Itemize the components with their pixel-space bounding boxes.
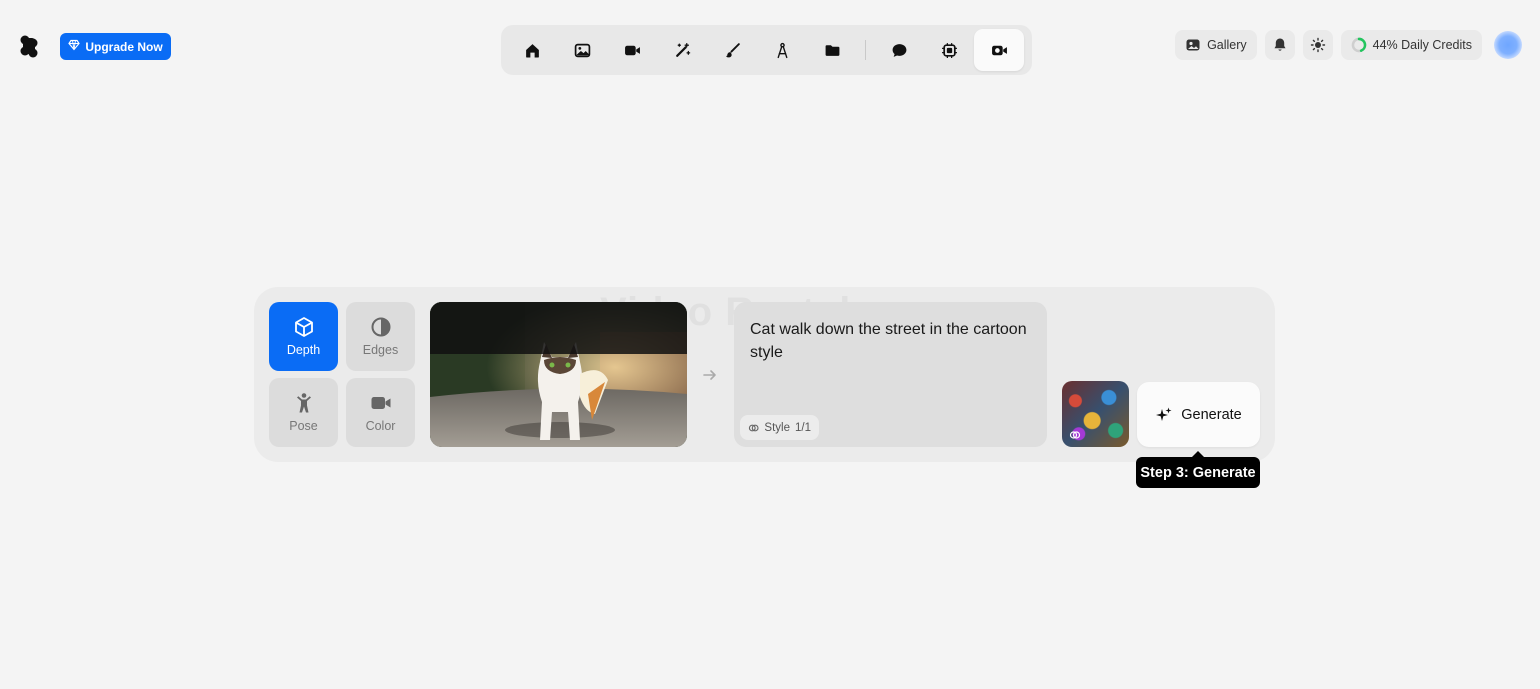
upgrade-now-label: Upgrade Now bbox=[85, 39, 163, 54]
home-icon bbox=[525, 43, 539, 58]
sun-icon bbox=[1310, 37, 1325, 53]
tool-edit[interactable] bbox=[707, 29, 757, 71]
style-link-icon bbox=[748, 424, 759, 431]
gallery-button[interactable]: Gallery bbox=[1175, 30, 1257, 60]
arrow-right-icon bbox=[701, 366, 719, 384]
header-right: Gallery 44% Daily Credits bbox=[1175, 30, 1522, 60]
onboarding-tooltip: Step 3: Generate bbox=[1136, 451, 1260, 488]
style-chip-button[interactable]: Style 1/1 bbox=[740, 415, 819, 440]
video-icon bbox=[624, 45, 640, 55]
gallery-icon bbox=[1186, 39, 1200, 51]
image-icon bbox=[574, 43, 590, 57]
style-reference-thumbnail[interactable] bbox=[1062, 381, 1129, 447]
prompt-text: Cat walk down the street in the cartoon … bbox=[750, 321, 1027, 361]
mode-depth-button[interactable]: Depth bbox=[269, 302, 338, 371]
half-circle-icon bbox=[371, 317, 390, 337]
tool-home[interactable] bbox=[507, 29, 557, 71]
wand-icon bbox=[675, 42, 690, 57]
daily-credits-label: 44% Daily Credits bbox=[1372, 38, 1472, 52]
daily-credits-indicator[interactable]: 44% Daily Credits bbox=[1340, 30, 1482, 60]
logo-icon[interactable] bbox=[18, 33, 40, 59]
chat-bubble-icon bbox=[892, 43, 906, 57]
toolbar-divider bbox=[865, 40, 866, 60]
bell-icon bbox=[1274, 38, 1286, 51]
style-chip-label: Style bbox=[764, 421, 790, 434]
notifications-button[interactable] bbox=[1264, 30, 1295, 60]
generate-label: Generate bbox=[1181, 406, 1242, 423]
source-video-thumbnail[interactable] bbox=[430, 302, 687, 447]
video-restyle-icon bbox=[991, 45, 1007, 55]
folder-icon bbox=[825, 44, 839, 56]
diamond-icon bbox=[68, 39, 81, 54]
style-chip-count: 1/1 bbox=[795, 421, 811, 434]
cube-icon bbox=[294, 317, 313, 337]
mode-edges-button[interactable]: Edges bbox=[346, 302, 415, 371]
tool-video-restyle[interactable] bbox=[974, 29, 1024, 71]
tool-train[interactable] bbox=[757, 29, 807, 71]
tool-enhance[interactable] bbox=[657, 29, 707, 71]
gallery-label: Gallery bbox=[1207, 38, 1247, 52]
theme-toggle-button[interactable] bbox=[1302, 30, 1333, 60]
mode-color-label: Color bbox=[365, 419, 396, 433]
brush-icon bbox=[725, 42, 740, 57]
user-avatar[interactable] bbox=[1494, 31, 1522, 59]
mode-edges-label: Edges bbox=[362, 343, 399, 357]
mode-color-button[interactable]: Color bbox=[346, 378, 415, 447]
mode-pose-button[interactable]: Pose bbox=[269, 378, 338, 447]
mode-pose-label: Pose bbox=[289, 419, 318, 433]
credits-ring-icon bbox=[1351, 37, 1366, 53]
main-toolbar bbox=[501, 25, 1032, 75]
tool-video[interactable] bbox=[607, 29, 657, 71]
tool-assets[interactable] bbox=[807, 29, 857, 71]
style-link-icon bbox=[1069, 431, 1081, 439]
generate-button[interactable]: Generate bbox=[1137, 382, 1260, 447]
compass-icon bbox=[777, 42, 787, 58]
camera-icon bbox=[371, 397, 390, 409]
mode-depth-label: Depth bbox=[286, 343, 321, 357]
sparkles-icon bbox=[1156, 407, 1172, 421]
cat-video-frame bbox=[430, 302, 687, 447]
upgrade-now-button[interactable]: Upgrade Now bbox=[60, 33, 171, 60]
person-icon bbox=[296, 393, 311, 413]
tool-chat[interactable] bbox=[874, 29, 924, 71]
chip-icon bbox=[941, 42, 957, 58]
tool-realtime[interactable] bbox=[924, 29, 974, 71]
tool-image[interactable] bbox=[557, 29, 607, 71]
